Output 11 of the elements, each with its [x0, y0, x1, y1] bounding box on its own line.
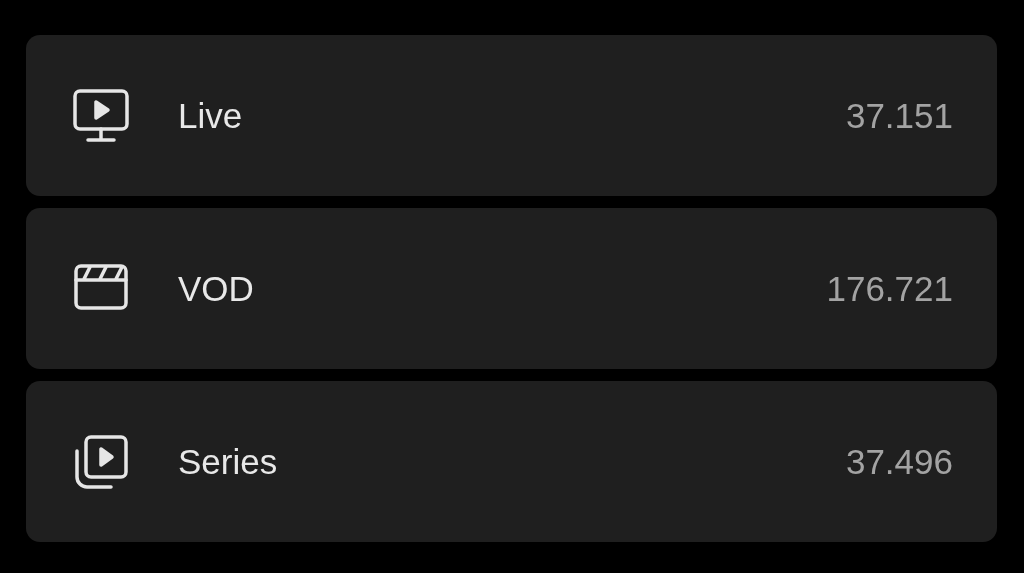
category-row[interactable]: Live 37.151 — [26, 35, 997, 196]
category-label: Series — [178, 441, 279, 482]
stacked-play-icon — [72, 433, 130, 490]
item-count: 176.721 — [826, 268, 953, 309]
item-count: 37.496 — [845, 441, 953, 482]
tv-play-icon — [72, 87, 130, 144]
category-row[interactable]: Series 37.496 — [26, 381, 997, 542]
category-label: VOD — [178, 268, 255, 309]
item-count: 37.151 — [845, 95, 953, 136]
category-row[interactable]: VOD 176.721 — [26, 208, 997, 369]
category-label: Live — [178, 95, 244, 136]
